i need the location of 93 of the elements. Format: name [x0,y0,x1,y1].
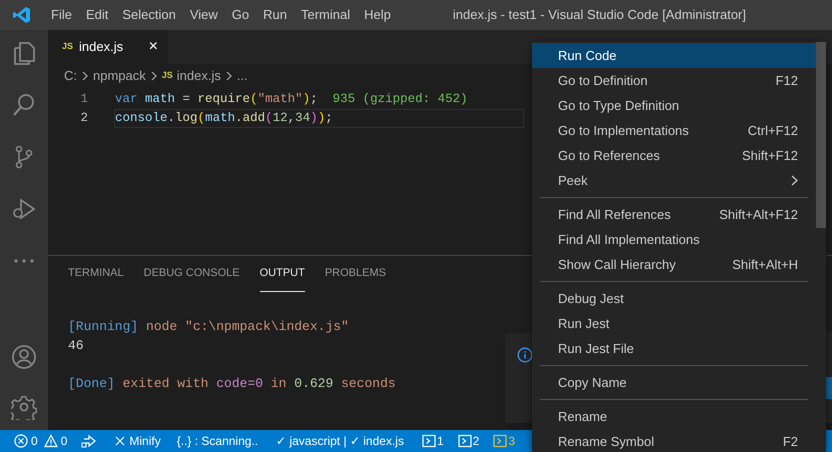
tab-label: index.js [79,38,124,56]
chevron-icon [224,71,233,81]
menu-label: Go to Type Definition [558,96,680,115]
count-text: 0 [31,433,38,450]
menu-item[interactable]: Copy Name [532,370,816,395]
chevron-icon [81,71,89,81]
play-bug-icon[interactable] [11,196,37,222]
editor-tab[interactable]: JS index.js × [48,30,168,64]
menu-item[interactable]: Rename [532,404,816,429]
error-count[interactable]: 0 [14,432,38,450]
panel-tab[interactable]: OUTPUT [260,256,305,292]
menu-item[interactable]: Run Code [532,43,816,68]
menu-item[interactable]: Find All References Shift+Alt+F12 [532,202,816,227]
breadcrumb-item[interactable]: index.js [176,66,221,86]
terminal-number: 1 [436,433,444,450]
files-icon[interactable] [11,40,37,66]
menu-item[interactable]: Find All Implementations [532,227,816,252]
menu-label: Find All Implementations [558,230,700,249]
breadcrumb-item[interactable]: npmpack [93,66,146,86]
menu-label: Go to Implementations [558,122,689,140]
menu-label: Rename Symbol [558,432,654,451]
menu-label: Peek [558,172,588,190]
terminal-item[interactable]: 1 [422,432,444,450]
menu-item[interactable]: Go to Implementations Ctrl+F12 [532,118,816,143]
breadcrumb-item[interactable]: ... [236,66,248,86]
menu-item[interactable]: Go to References Shift+F12 [532,143,816,168]
menu-shortcut: Shift+Alt+H [732,256,798,274]
menu-item[interactable]: View [182,5,225,25]
menu-item[interactable]: Debug Jest [532,286,816,311]
panel-tab[interactable]: PROBLEMS [324,256,386,292]
menu-item[interactable]: Go [224,5,256,25]
menu-label: Copy Name [558,374,627,392]
menu-label: Find All References [558,206,671,224]
warning-count[interactable]: 0 [44,432,68,450]
js-file-icon: JS [162,69,173,83]
search-icon[interactable] [11,92,37,118]
menu-item[interactable]: Run [256,5,294,25]
menu-item[interactable]: File [44,5,79,25]
status-item[interactable]: {..} : Scanning.. [176,432,258,450]
menu-shortcut: F12 [776,72,798,90]
terminal-number: 3 [508,433,516,450]
menu-label: Show Call Hierarchy [558,256,676,274]
output-line: [Done] exited with code=0 in 0.629 seconds [68,375,396,393]
menu-item[interactable]: Peek [532,168,816,193]
count-text: 0 [60,433,68,450]
menu-item[interactable]: Rename Symbol F2 [532,429,816,452]
menu-item[interactable]: Go to Definition F12 [532,68,816,93]
status-item[interactable]: ✓ javascript | ✓ index.js [276,432,404,450]
menu-shortcut: Shift+Alt+F12 [719,206,798,224]
menu-shortcut: Shift+F12 [742,146,798,165]
menu-label: Debug Jest [558,290,624,308]
window-title: index.js - test1 - Visual Studio Code [Administrator] [452,6,746,24]
chevron-icon [791,175,798,186]
settings-icon[interactable] [11,394,37,420]
share-arrow-icon[interactable] [81,434,98,448]
menu-shortcut: F2 [782,432,798,451]
chevron-icon [150,71,158,81]
menu-item[interactable]: Selection [115,5,183,25]
app-logo-icon [12,5,32,25]
output-line: [Running] node "c:\npmpack\index.js" [68,318,349,336]
code-line: var math = require("math"); 935 (gzipped: 452) [114,91,469,108]
scrollbar[interactable] [816,42,826,228]
line-number: 2 [79,110,89,128]
menu-label: Run Code [558,46,617,65]
menu-item[interactable]: Help [357,5,398,25]
error-icon [14,434,28,448]
menu-label: Rename [558,408,608,426]
account-icon[interactable] [11,344,37,370]
breadcrumb-item[interactable]: C: [64,66,77,86]
line-number: 1 [79,91,89,108]
menu-label: Go to References [558,146,660,165]
panel-tab[interactable]: DEBUG CONSOLE [144,256,240,292]
terminal-item[interactable]: 2 [458,432,480,450]
warning-icon [44,434,58,448]
info-icon [517,347,533,363]
menu-item[interactable]: Terminal [294,5,358,25]
menu-shortcut: Ctrl+F12 [748,122,798,140]
menu-item[interactable]: Go to Type Definition [532,93,816,118]
status-text: Minify [129,433,161,450]
menu-label: Go to Definition [558,72,648,90]
minify-item[interactable]: Minify [115,432,161,450]
menu-item[interactable]: Run Jest File [532,336,816,361]
menu-label: Run Jest [558,314,610,333]
output-line: 46 [68,337,84,355]
panel-tab[interactable]: TERMINAL [68,256,124,292]
terminal-number: 2 [472,433,480,450]
menu-item[interactable]: Edit [78,5,116,25]
close-icon[interactable]: × [148,39,158,55]
close-icon [115,436,126,446]
menu-label: Run Jest File [558,340,634,358]
menu-item[interactable]: Run Jest [532,311,816,336]
menu-item[interactable]: Show Call Hierarchy Shift+Alt+H [532,252,816,277]
js-file-icon: JS [62,40,74,54]
